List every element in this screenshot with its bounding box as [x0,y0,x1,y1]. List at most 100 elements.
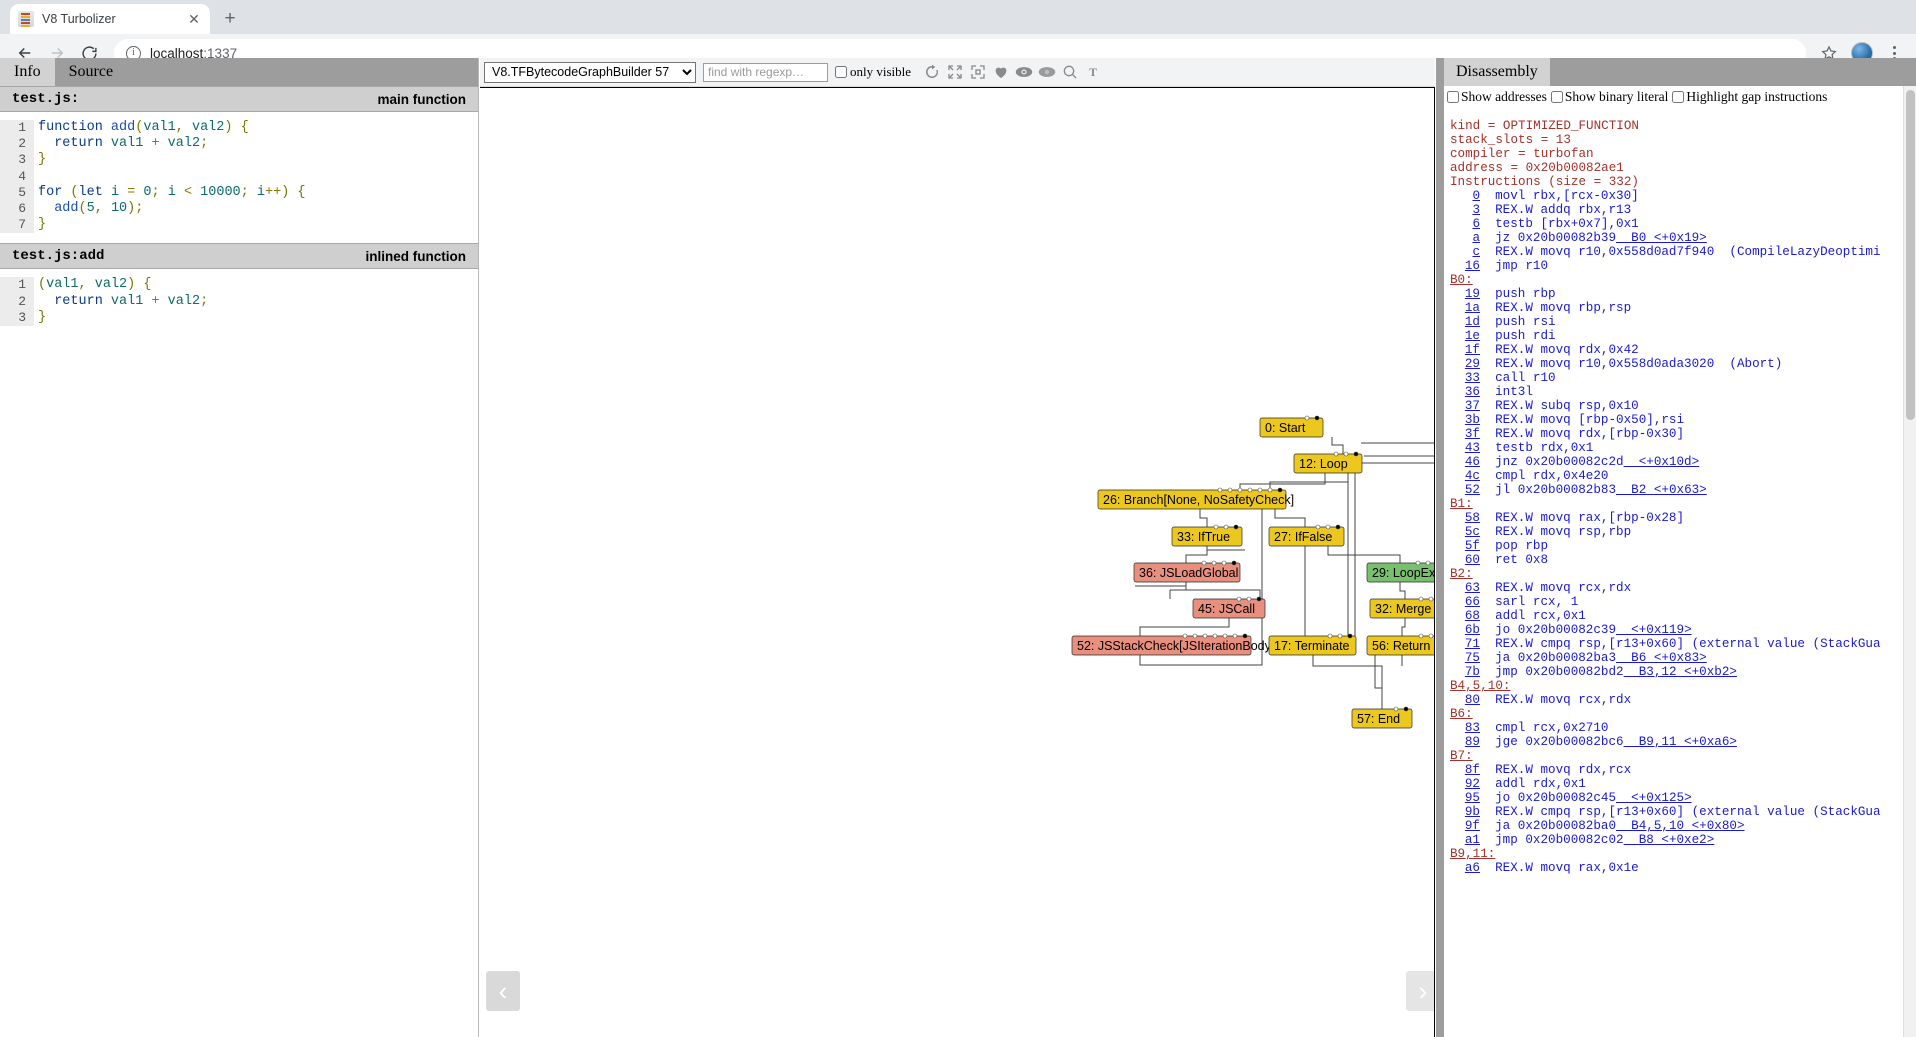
instruction-offset[interactable]: 19 [1450,287,1480,301]
disassembly-instruction[interactable]: 1a REX.W movq rbp,rsp [1450,301,1916,315]
prev-graph-button[interactable]: ‹ [486,971,520,1011]
disassembly-scrollbar[interactable] [1903,86,1916,1037]
instruction-offset[interactable]: 3f [1450,427,1480,441]
code-line[interactable]: 1 function add(val1, val2) { [0,120,478,137]
instruction-offset[interactable]: c [1450,245,1480,259]
instruction-offset[interactable]: 29 [1450,357,1480,371]
instruction-offset[interactable]: 75 [1450,651,1480,665]
disassembly-instruction[interactable]: 83 cmpl rcx,0x2710 [1450,721,1916,735]
close-icon[interactable]: ✕ [186,11,202,27]
search-input[interactable] [703,62,828,82]
disassembly-instruction[interactable]: 19 push rbp [1450,287,1916,301]
disassembly-instruction[interactable]: 16 jmp r10 [1450,259,1916,273]
disassembly-instruction[interactable]: 5f pop rbp [1450,539,1916,553]
instruction-target-ref[interactable]: <+0x10d> [1624,455,1699,469]
graph-node[interactable]: 45: JSCall [1192,596,1266,619]
disassembly-instruction[interactable]: 46 jnz 0x20b00082c2d <+0x10d> [1450,455,1916,469]
instruction-offset[interactable]: 92 [1450,777,1480,791]
instruction-offset[interactable]: 60 [1450,553,1480,567]
disassembly-instruction[interactable]: 89 jge 0x20b00082bc6 B9,11 <+0xa6> [1450,735,1916,749]
code-line[interactable]: 4 [0,168,478,185]
tab-info[interactable]: Info [0,58,55,86]
disassembly-instruction[interactable]: 58 REX.W movq rax,[rbp-0x28] [1450,511,1916,525]
disassembly-instruction[interactable]: 92 addl rdx,0x1 [1450,777,1916,791]
graph-node[interactable]: 27: IfFalse [1268,524,1345,547]
disassembly-instruction[interactable]: 9f ja 0x20b00082ba0 B4,5,10 <+0x80> [1450,819,1916,833]
tab-disassembly[interactable]: Disassembly [1444,58,1550,86]
graph-node[interactable]: 52: JSStackCheck[JSIterationBody] [1071,633,1274,656]
graph-node[interactable]: 29: LoopExit [1366,560,1434,583]
instruction-offset[interactable]: 71 [1450,637,1480,651]
instruction-offset[interactable]: a1 [1450,833,1480,847]
disassembly-instruction[interactable]: a1 jmp 0x20b00082c02 B8 <+0xe2> [1450,833,1916,847]
instruction-target-ref[interactable]: B4,5,10 <+0x80> [1616,819,1744,833]
graph-node[interactable]: 17: Terminate [1268,633,1357,656]
disassembly-instruction[interactable]: 37 REX.W subq rsp,0x10 [1450,399,1916,413]
code-line[interactable]: 2 return val1 + val2; [0,293,478,310]
disassembly-instruction[interactable]: 4c cmpl rdx,0x4e20 [1450,469,1916,483]
fit-to-screen-icon[interactable] [968,63,987,82]
instruction-target-ref[interactable]: B2 <+0x63> [1616,483,1707,497]
toggle-types-icon[interactable]: T [1083,63,1102,82]
graph-node[interactable]: 36: JSLoadGlobal [1133,560,1241,583]
disassembly-instruction[interactable]: 8f REX.W movq rdx,rcx [1450,763,1916,777]
code-line[interactable]: 6 add(5, 10); [0,200,478,218]
code-line[interactable]: 5 for (let i = 0; i < 10000; i++) { [0,184,478,201]
scrollbar-thumb[interactable] [1906,90,1915,420]
instruction-target-ref[interactable]: B3,12 <+0xb2> [1624,665,1737,679]
next-graph-button[interactable]: › [1406,971,1434,1011]
disassembly-instruction[interactable]: 6b jo 0x20b00082c39 <+0x119> [1450,623,1916,637]
disassembly-instruction[interactable]: 36 int3l [1450,385,1916,399]
graph-node[interactable]: 32: Merge [1369,596,1434,619]
instruction-offset[interactable]: 6 [1450,217,1480,231]
disassembly-instruction[interactable]: 43 testb rdx,0x1 [1450,441,1916,455]
disassembly-instruction[interactable]: 1f REX.W movq rdx,0x42 [1450,343,1916,357]
graph-canvas[interactable]: 0: Start 12: Loop 26: Branch[None, NoSafet… [480,87,1435,1037]
disassembly-instruction[interactable]: 63 REX.W movq rcx,rdx [1450,581,1916,595]
instruction-offset[interactable]: 1d [1450,315,1480,329]
disassembly-instruction[interactable]: 5c REX.W movq rsp,rbp [1450,525,1916,539]
disassembly-instruction[interactable]: 9b REX.W cmpq rsp,[r13+0x60] (external v… [1450,805,1916,819]
show-addresses-input[interactable] [1447,91,1459,103]
disassembly-instruction[interactable]: 0 movl rbx,[rcx-0x30] [1450,189,1916,203]
instruction-offset[interactable]: 9b [1450,805,1480,819]
disassembly-instruction[interactable]: 60 ret 0x8 [1450,553,1916,567]
instruction-offset[interactable]: 68 [1450,609,1480,623]
show-binary-literal-input[interactable] [1550,91,1563,103]
instruction-offset[interactable]: 95 [1450,791,1480,805]
phase-select[interactable]: V8.TFBytecodeGraphBuilder 57 [484,61,696,83]
instruction-offset[interactable]: 36 [1450,385,1480,399]
instruction-target-ref[interactable]: B6 <+0x83> [1616,651,1707,665]
disassembly-instruction[interactable]: 71 REX.W cmpq rsp,[r13+0x60] (external v… [1450,637,1916,651]
graph-node[interactable]: 57: End [1351,706,1413,729]
instruction-offset[interactable]: 6b [1450,623,1480,637]
graph-node[interactable]: 0: Start [1259,415,1324,438]
hide-dead-icon[interactable] [1037,63,1056,82]
graph-node[interactable]: 12: Loop [1293,451,1363,474]
tab-source[interactable]: Source [54,58,128,86]
code-line[interactable]: 3} [0,309,478,326]
instruction-offset[interactable]: 5c [1450,525,1480,539]
show-binary-literal-checkbox[interactable]: Show binary literal [1550,89,1668,105]
instruction-target-ref[interactable]: B8 <+0xe2> [1624,833,1715,847]
instruction-offset[interactable]: 16 [1450,259,1480,273]
disassembly-instruction[interactable]: 80 REX.W movq rcx,rdx [1450,693,1916,707]
instruction-offset[interactable]: 8f [1450,763,1480,777]
expand-all-icon[interactable] [945,63,964,82]
instruction-offset[interactable]: a [1450,231,1480,245]
disassembly-instruction[interactable]: 66 sarl rcx, 1 [1450,595,1916,609]
instruction-offset[interactable]: 7b [1450,665,1480,679]
instruction-offset[interactable]: 5f [1450,539,1480,553]
instruction-offset[interactable]: 4c [1450,469,1480,483]
graph-node[interactable]: 26: Branch[None, NoSafetyCheck] [1097,487,1294,510]
disassembly-instruction[interactable]: c REX.W movq r10,0x558d0ad7f940 (Compile… [1450,245,1916,259]
graph-node[interactable]: 33: IfTrue [1171,524,1243,547]
zoom-selection-icon[interactable] [1060,63,1079,82]
disassembly-instruction[interactable]: 3b REX.W movq [rbp-0x50],rsi [1450,413,1916,427]
only-visible-checkbox[interactable]: only visible [835,64,911,80]
disassembly-instruction[interactable]: 29 REX.W movq r10,0x558d0ada3020 (Abort) [1450,357,1916,371]
instruction-offset[interactable]: a6 [1450,861,1480,875]
instruction-offset[interactable]: 1a [1450,301,1480,315]
instruction-offset[interactable]: 83 [1450,721,1480,735]
disassembly-instruction[interactable]: a6 REX.W movq rax,0x1e [1450,861,1916,875]
